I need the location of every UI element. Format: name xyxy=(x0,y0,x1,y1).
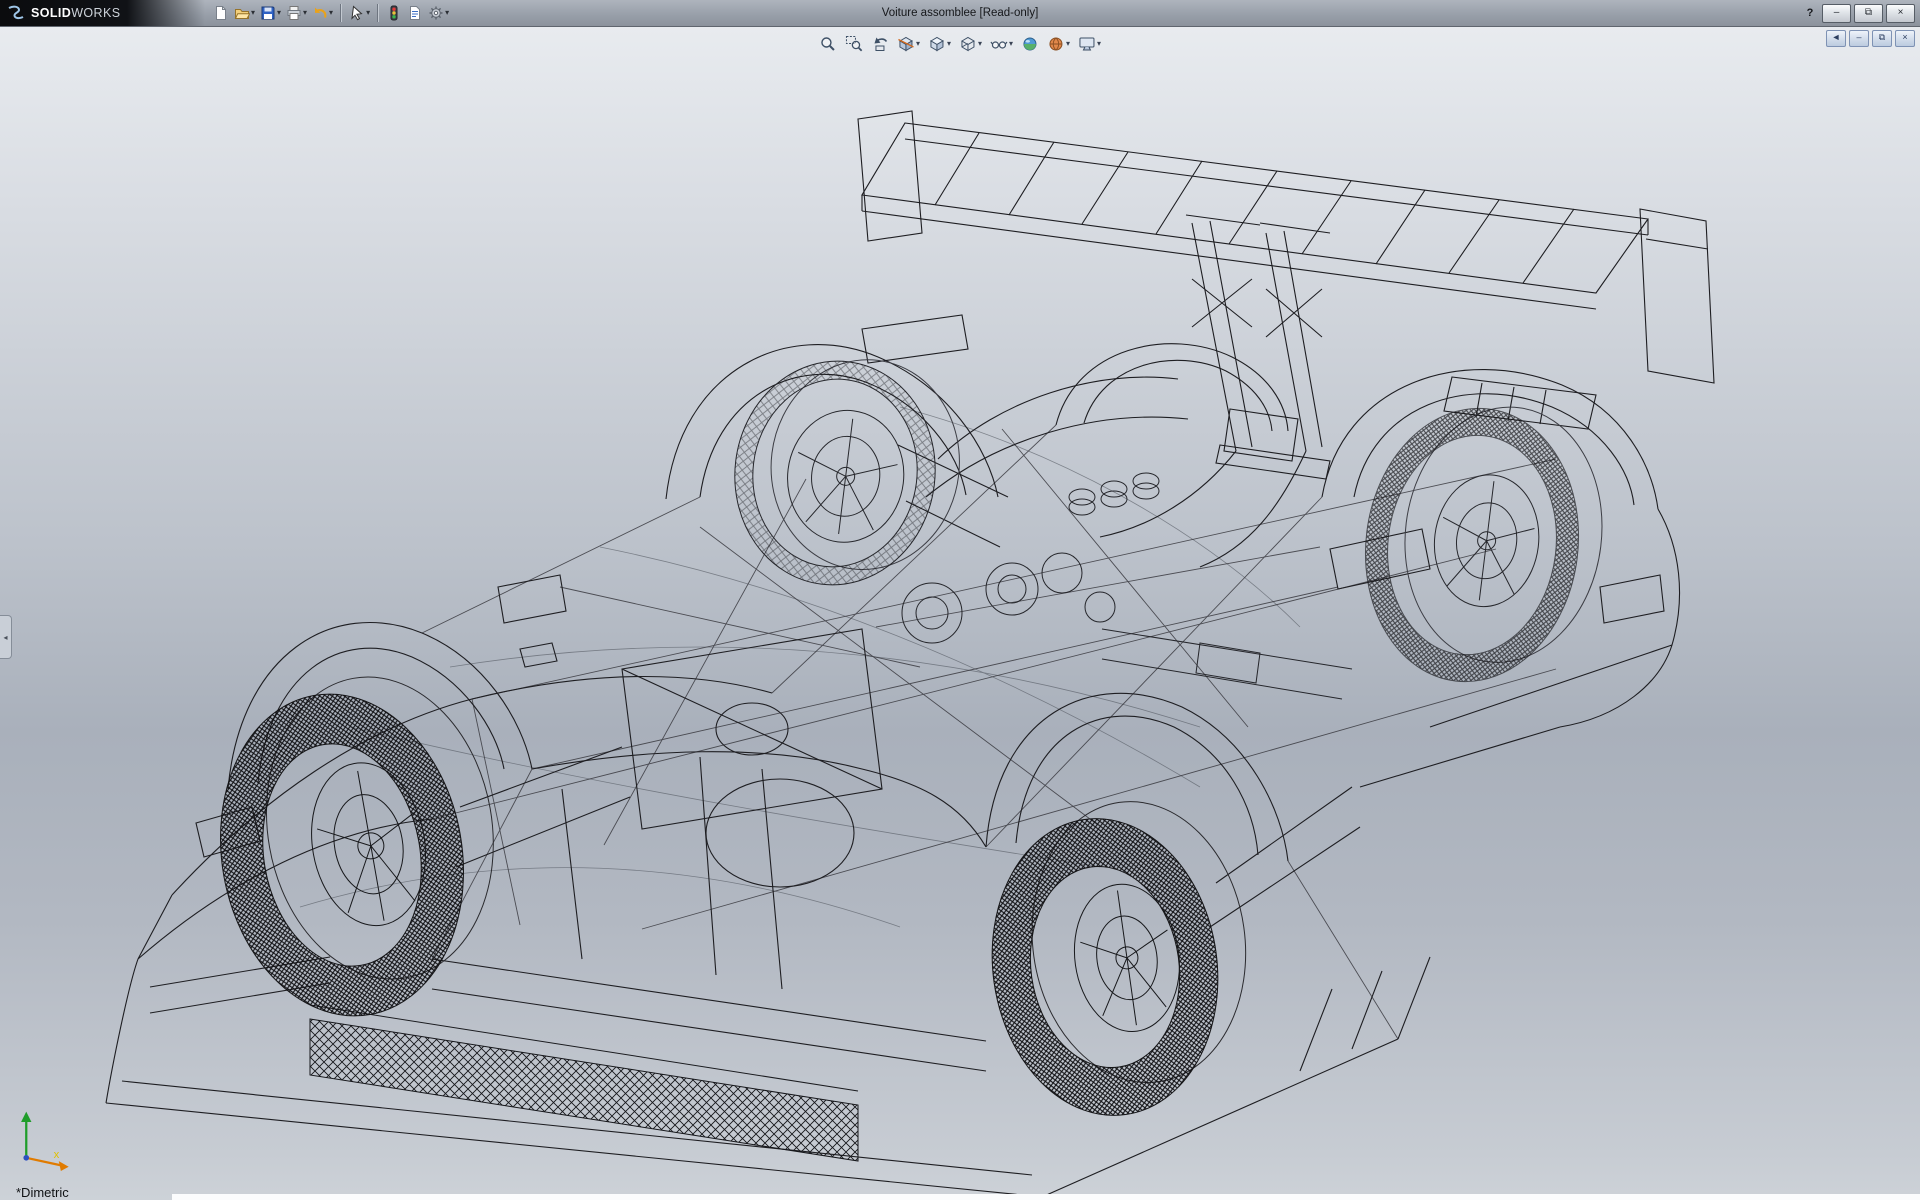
restore-button[interactable]: ⧉ xyxy=(1854,4,1883,23)
view-orientation-button[interactable]: ▾ xyxy=(925,30,954,58)
options-button[interactable]: ▾ xyxy=(426,1,451,25)
view-orientation-icon xyxy=(928,35,946,53)
select-cursor-icon xyxy=(349,5,365,21)
triad-x-label: x xyxy=(54,1149,60,1161)
dropdown-arrow-icon[interactable]: ▾ xyxy=(366,9,370,17)
zoom-to-fit-button[interactable] xyxy=(816,30,840,58)
zoom-to-area-icon xyxy=(845,35,863,53)
apply-scene-icon xyxy=(1047,35,1065,53)
display-style-icon xyxy=(959,35,977,53)
hide-show-items-icon xyxy=(990,35,1008,53)
hide-show-items-button[interactable]: ▾ xyxy=(987,30,1016,58)
triad-z-axis-dot xyxy=(23,1155,29,1161)
window-title: Voiture assomblee [Read-only] xyxy=(882,0,1039,26)
display-style-button[interactable]: ▾ xyxy=(956,30,985,58)
print-button[interactable]: ▾ xyxy=(284,1,309,25)
dropdown-arrow-icon[interactable]: ▾ xyxy=(329,9,333,17)
window-controls: ? – ⧉ × xyxy=(1801,4,1920,23)
heads-up-view-toolbar: ▾ ▾ ▾ ▾ xyxy=(816,30,1104,58)
dassault-3ds-icon xyxy=(6,5,26,21)
toolbar-separator xyxy=(340,4,342,22)
dropdown-arrow-icon[interactable]: ▾ xyxy=(1097,40,1101,48)
save-button[interactable]: ▾ xyxy=(258,1,283,25)
car-wireframe-model[interactable] xyxy=(0,27,1920,1200)
minimize-button[interactable]: – xyxy=(1822,4,1851,23)
wheel-rear-right xyxy=(1350,391,1616,696)
dropdown-arrow-icon[interactable]: ▾ xyxy=(947,40,951,48)
view-settings-icon xyxy=(1078,35,1096,53)
dropdown-arrow-icon[interactable]: ▾ xyxy=(251,9,255,17)
file-properties-icon xyxy=(407,5,423,21)
dropdown-arrow-icon[interactable]: ▾ xyxy=(978,40,982,48)
print-icon xyxy=(286,5,302,21)
zoom-to-area-button[interactable] xyxy=(842,30,866,58)
view-orientation-label: *Dimetric xyxy=(16,1185,69,1200)
toolbar-separator xyxy=(377,4,379,22)
close-button[interactable]: × xyxy=(1886,4,1915,23)
graphics-area[interactable]: ▾ ▾ ▾ ▾ xyxy=(0,27,1920,1200)
main-toolbar: ▾ ▾ ▾ ▾ ▾ xyxy=(205,1,451,25)
car-rear-wing xyxy=(858,111,1714,567)
titlebar: SOLIDWORKS ▾ ▾ ▾ xyxy=(0,0,1920,27)
edit-appearance-icon xyxy=(1021,35,1039,53)
previous-view-button[interactable] xyxy=(868,30,892,58)
solidworks-logo: SOLIDWORKS xyxy=(0,0,205,26)
dropdown-arrow-icon[interactable]: ▾ xyxy=(277,9,281,17)
select-button[interactable]: ▾ xyxy=(347,1,372,25)
triad-x-arrowhead xyxy=(59,1161,69,1171)
doc-close-button[interactable]: × xyxy=(1895,30,1915,47)
apply-scene-button[interactable]: ▾ xyxy=(1044,30,1073,58)
triad-y-arrowhead xyxy=(21,1112,31,1122)
rebuild-button[interactable] xyxy=(384,1,404,25)
dropdown-arrow-icon[interactable]: ▾ xyxy=(916,40,920,48)
wheel-front-right xyxy=(722,345,971,600)
view-settings-button[interactable]: ▾ xyxy=(1075,30,1104,58)
orientation-triad: x xyxy=(14,1105,80,1171)
radiator-mesh xyxy=(310,1005,858,1161)
section-view-button[interactable]: ▾ xyxy=(894,30,923,58)
help-button[interactable]: ? xyxy=(1801,5,1819,21)
wheel-front-left xyxy=(194,659,522,1036)
dropdown-arrow-icon[interactable]: ▾ xyxy=(1009,40,1013,48)
undo-button[interactable]: ▾ xyxy=(310,1,335,25)
document-window-controls: ◄ – ⧉ × xyxy=(1826,30,1915,47)
edit-appearance-button[interactable] xyxy=(1018,30,1042,58)
new-document-button[interactable] xyxy=(211,1,231,25)
dropdown-arrow-icon[interactable]: ▾ xyxy=(1066,40,1070,48)
solidworks-logo-text: SOLIDWORKS xyxy=(31,6,120,20)
dropdown-arrow-icon[interactable]: ▾ xyxy=(303,9,307,17)
open-button[interactable]: ▾ xyxy=(232,1,257,25)
featuremanager-collapse-tab[interactable]: ◂ xyxy=(0,615,12,659)
save-icon xyxy=(260,5,276,21)
file-properties-button[interactable] xyxy=(405,1,425,25)
open-icon xyxy=(234,5,250,21)
previous-view-icon xyxy=(871,35,889,53)
previous-window-button[interactable]: ◄ xyxy=(1826,30,1846,47)
zoom-to-fit-icon xyxy=(819,35,837,53)
undo-icon xyxy=(312,5,328,21)
status-bar-edge xyxy=(172,1194,1920,1200)
options-gear-icon xyxy=(428,5,444,21)
doc-restore-button[interactable]: ⧉ xyxy=(1872,30,1892,47)
rebuild-traffic-light-icon xyxy=(386,5,402,21)
section-view-icon xyxy=(897,35,915,53)
new-document-icon xyxy=(213,5,229,21)
doc-minimize-button[interactable]: – xyxy=(1849,30,1869,47)
dropdown-arrow-icon[interactable]: ▾ xyxy=(445,9,449,17)
